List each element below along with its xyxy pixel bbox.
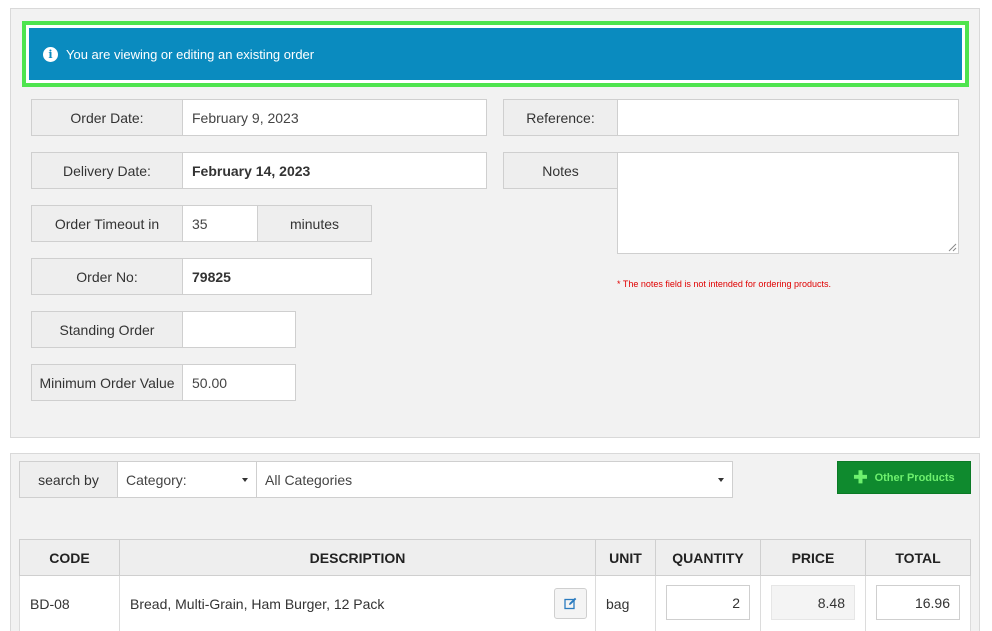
column-header-quantity[interactable]: QUANTITY [655, 539, 761, 576]
cell-unit: bag [595, 576, 656, 631]
reference-label: Reference: [503, 99, 618, 136]
edit-icon [564, 597, 577, 610]
column-header-price[interactable]: PRICE [760, 539, 866, 576]
reference-field[interactable] [617, 99, 959, 136]
category-value: All Categories [265, 471, 353, 488]
column-header-total[interactable]: TOTAL [865, 539, 971, 576]
cell-description: Bread, Multi-Grain, Ham Burger, 12 Pack [119, 576, 596, 631]
column-header-code[interactable]: CODE [19, 539, 120, 576]
quantity-input[interactable]: 2 [666, 585, 750, 620]
notes-label: Notes [503, 152, 618, 189]
plus-icon: ✚ [853, 468, 868, 487]
delivery-date-label: Delivery Date: [31, 152, 183, 189]
column-header-description[interactable]: DESCRIPTION [119, 539, 596, 576]
search-by-value: Category: [126, 471, 187, 488]
standing-order-label: Standing Order [31, 311, 183, 348]
total-value: 16.96 [876, 585, 960, 620]
order-timeout-field[interactable]: 35 [182, 205, 258, 242]
order-no-field[interactable]: 79825 [182, 258, 372, 295]
other-products-button[interactable]: ✚ Other Products [837, 461, 971, 494]
info-icon: i [43, 46, 58, 62]
search-by-select[interactable]: Category: [117, 461, 257, 498]
timeout-unit-label: minutes [257, 205, 372, 242]
order-timeout-label: Order Timeout in [31, 205, 183, 242]
order-no-label: Order No: [31, 258, 183, 295]
search-by-label: search by [19, 461, 118, 498]
resize-handle-icon[interactable] [948, 243, 957, 252]
minimum-order-field[interactable]: 50.00 [182, 364, 296, 401]
standing-order-field[interactable] [182, 311, 296, 348]
edit-item-button[interactable] [554, 588, 587, 619]
cell-code: BD-08 [19, 576, 120, 631]
category-select[interactable]: All Categories [256, 461, 733, 498]
order-date-label: Order Date: [31, 99, 183, 136]
column-header-unit[interactable]: UNIT [595, 539, 656, 576]
alert-text: You are viewing or editing an existing o… [66, 46, 315, 62]
notes-textarea[interactable] [617, 152, 959, 254]
other-products-label: Other Products [874, 471, 955, 484]
delivery-date-field[interactable]: February 14, 2023 [182, 152, 487, 189]
existing-order-alert: i You are viewing or editing an existing… [29, 28, 962, 80]
price-value: 8.48 [771, 585, 855, 620]
alert-highlight: i You are viewing or editing an existing… [22, 21, 969, 87]
caret-down-icon [242, 477, 248, 482]
minimum-order-label: Minimum Order Value [31, 364, 183, 401]
caret-down-icon [718, 477, 724, 482]
notes-hint: * The notes field is not intended for or… [617, 279, 831, 289]
order-date-field[interactable]: February 9, 2023 [182, 99, 487, 136]
